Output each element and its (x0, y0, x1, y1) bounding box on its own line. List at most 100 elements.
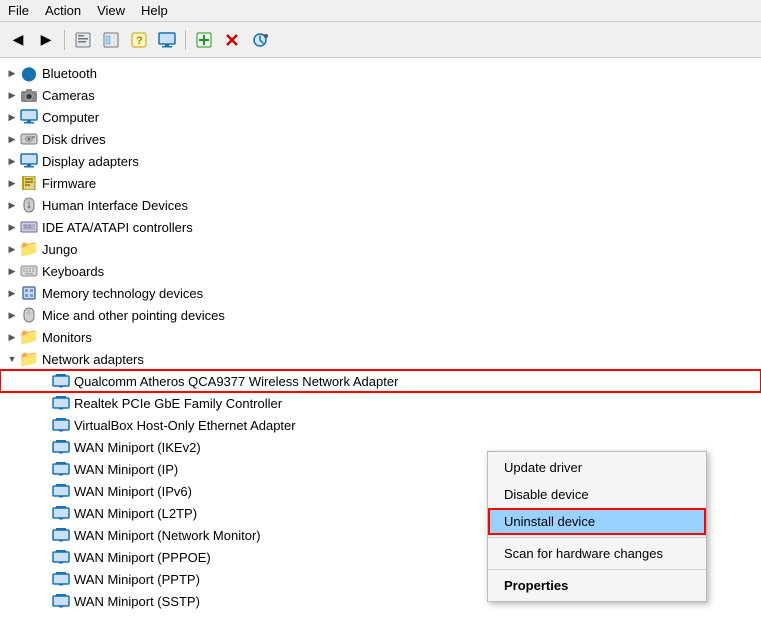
computer-icon (20, 108, 38, 126)
monitors-icon: 📁 (20, 328, 38, 346)
wan-netmon-icon (52, 526, 70, 544)
expand-memory[interactable]: ▶ (4, 285, 20, 301)
wan-pppoe-label: WAN Miniport (PPPOE) (74, 550, 211, 565)
jungo-folder-icon: 📁 (20, 240, 38, 258)
network-folder-icon: 📁 (20, 350, 38, 368)
expand-bluetooth[interactable]: ▶ (4, 65, 20, 81)
expand-mice[interactable]: ▶ (4, 307, 20, 323)
menu-action[interactable]: Action (37, 1, 89, 20)
qualcomm-label: Qualcomm Atheros QCA9377 Wireless Networ… (74, 374, 398, 389)
toolbar-separator-2 (185, 30, 186, 50)
tree-item-virtualbox[interactable]: ▶ VirtualBox Host-Only Ethernet Adapter (0, 414, 761, 436)
wan-ikev2-icon (52, 438, 70, 456)
wan-pppoe-icon (52, 548, 70, 566)
ctx-separator-2 (488, 569, 706, 570)
menu-help[interactable]: Help (133, 1, 176, 20)
ctx-scan-hardware[interactable]: Scan for hardware changes (488, 540, 706, 567)
wan-sstp-icon (52, 592, 70, 610)
expand-firmware[interactable]: ▶ (4, 175, 20, 191)
virtualbox-icon (52, 416, 70, 434)
tree-item-hid[interactable]: ▶ Human Interface Devices (0, 194, 761, 216)
menu-file[interactable]: File (0, 1, 37, 20)
wan-ikev2-label: WAN Miniport (IKEv2) (74, 440, 201, 455)
expand-cameras[interactable]: ▶ (4, 87, 20, 103)
expand-keyboards[interactable]: ▶ (4, 263, 20, 279)
svg-text:?: ? (136, 35, 143, 47)
keyboard-icon (20, 262, 38, 280)
network-adapters-label: Network adapters (42, 352, 144, 367)
ctx-uninstall-device[interactable]: Uninstall device (488, 508, 706, 535)
help-button[interactable]: ? (127, 28, 151, 52)
toolbar: ◀ ▶ ? (0, 22, 761, 58)
cameras-label: Cameras (42, 88, 95, 103)
tree-item-ide[interactable]: ▶ IDE ATA/ATAPI controllers (0, 216, 761, 238)
hid-icon (20, 196, 38, 214)
ide-label: IDE ATA/ATAPI controllers (42, 220, 193, 235)
tree-item-qualcomm[interactable]: ▶ Qualcomm Atheros QCA9377 Wireless Netw… (0, 370, 761, 392)
ctx-properties[interactable]: Properties (488, 572, 706, 599)
memory-icon (20, 284, 38, 302)
tree-item-network-adapters[interactable]: ▼ 📁 Network adapters (0, 348, 761, 370)
disk-icon (20, 130, 38, 148)
disk-drives-label: Disk drives (42, 132, 106, 147)
remove-button[interactable] (220, 28, 244, 52)
firmware-label: Firmware (42, 176, 96, 191)
scan-button[interactable] (248, 28, 272, 52)
tree-item-cameras[interactable]: ▶ Cameras (0, 84, 761, 106)
ctx-update-driver[interactable]: Update driver (488, 454, 706, 481)
tree-item-keyboards[interactable]: ▶ Keyboards (0, 260, 761, 282)
display-icon (20, 152, 38, 170)
wan-l2tp-label: WAN Miniport (L2TP) (74, 506, 197, 521)
wan-pptp-label: WAN Miniport (PPTP) (74, 572, 200, 587)
tree-item-disk-drives[interactable]: ▶ Disk drives (0, 128, 761, 150)
menu-view[interactable]: View (89, 1, 133, 20)
wan-ip-label: WAN Miniport (IP) (74, 462, 178, 477)
wan-sstp-label: WAN Miniport (SSTP) (74, 594, 200, 609)
tree-item-computer[interactable]: ▶ Computer (0, 106, 761, 128)
qualcomm-icon (52, 372, 70, 390)
expand-jungo[interactable]: ▶ (4, 241, 20, 257)
monitors-label: Monitors (42, 330, 92, 345)
keyboards-label: Keyboards (42, 264, 104, 279)
show-hide-button[interactable] (99, 28, 123, 52)
monitor-button[interactable] (155, 28, 179, 52)
expand-network[interactable]: ▼ (4, 351, 20, 367)
wan-ipv6-icon (52, 482, 70, 500)
wan-netmon-label: WAN Miniport (Network Monitor) (74, 528, 261, 543)
expand-display[interactable]: ▶ (4, 153, 20, 169)
expand-ide[interactable]: ▶ (4, 219, 20, 235)
firmware-icon (20, 174, 38, 192)
tree-item-memory[interactable]: ▶ Memory technology devices (0, 282, 761, 304)
tree-item-bluetooth[interactable]: ▶ ⬤ Bluetooth (0, 62, 761, 84)
tree-item-jungo[interactable]: ▶ 📁 Jungo (0, 238, 761, 260)
add-button[interactable] (192, 28, 216, 52)
hid-label: Human Interface Devices (42, 198, 188, 213)
forward-button[interactable]: ▶ (34, 28, 58, 52)
tree-item-firmware[interactable]: ▶ Firmware (0, 172, 761, 194)
expand-monitors[interactable]: ▶ (4, 329, 20, 345)
back-button[interactable]: ◀ (6, 28, 30, 52)
ctx-separator-1 (488, 537, 706, 538)
context-menu: Update driver Disable device Uninstall d… (487, 451, 707, 602)
mouse-icon (20, 306, 38, 324)
jungo-label: Jungo (42, 242, 77, 257)
bluetooth-label: Bluetooth (42, 66, 97, 81)
main-area: ▶ ⬤ Bluetooth ▶ Cameras ▶ Computer ▶ (0, 58, 761, 631)
realtek-icon (52, 394, 70, 412)
wan-ipv6-label: WAN Miniport (IPv6) (74, 484, 192, 499)
computer-label: Computer (42, 110, 99, 125)
virtualbox-label: VirtualBox Host-Only Ethernet Adapter (74, 418, 296, 433)
properties-button[interactable] (71, 28, 95, 52)
tree-item-mice[interactable]: ▶ Mice and other pointing devices (0, 304, 761, 326)
display-adapters-label: Display adapters (42, 154, 139, 169)
expand-hid[interactable]: ▶ (4, 197, 20, 213)
tree-item-realtek[interactable]: ▶ Realtek PCIe GbE Family Controller (0, 392, 761, 414)
expand-disk[interactable]: ▶ (4, 131, 20, 147)
mice-label: Mice and other pointing devices (42, 308, 225, 323)
tree-item-monitors[interactable]: ▶ 📁 Monitors (0, 326, 761, 348)
expand-computer[interactable]: ▶ (4, 109, 20, 125)
realtek-label: Realtek PCIe GbE Family Controller (74, 396, 282, 411)
ctx-disable-device[interactable]: Disable device (488, 481, 706, 508)
tree-item-display[interactable]: ▶ Display adapters (0, 150, 761, 172)
camera-icon (20, 86, 38, 104)
